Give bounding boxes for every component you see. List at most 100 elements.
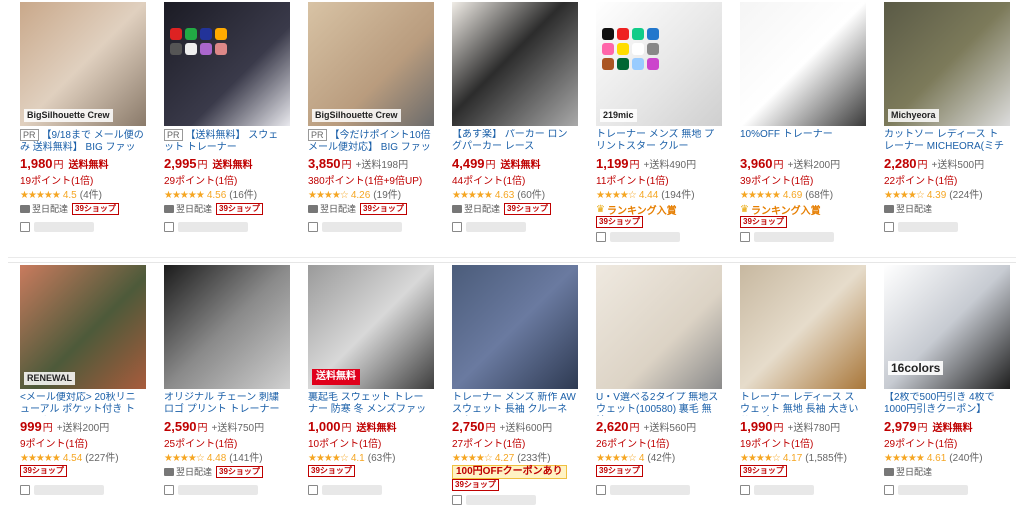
- review-count[interactable]: (227件): [85, 453, 118, 464]
- rating[interactable]: ★★★★★ 4.61 (240件): [884, 449, 983, 464]
- product-title[interactable]: カットソー レディース トレーナー MICHEORA(ミチェラ): [884, 129, 1004, 153]
- product-image[interactable]: [452, 2, 578, 126]
- product-card[interactable]: BigSilhouette Crew PR 【9/18まで メール便のみ 送料無料】…: [8, 0, 146, 250]
- product-title-link[interactable]: 【あす楽】 パーカー ロングパーカー レース: [452, 129, 576, 153]
- shop-name-line[interactable]: [164, 485, 258, 495]
- product-title-link[interactable]: カットソー レディース トレーナー MICHEORA(ミチェラ): [884, 129, 1008, 153]
- review-count[interactable]: (194件): [661, 190, 694, 201]
- product-title-link[interactable]: 【2枚で500円引き 4枚で1000円引きクーポン】: [884, 392, 1008, 416]
- shop-name-line[interactable]: [884, 485, 968, 495]
- review-count[interactable]: (19件): [373, 190, 401, 201]
- product-card[interactable]: トレーナー レディース スウェット 無地 長袖 大きいサイズ 1,990円+送料7…: [728, 263, 866, 513]
- rating[interactable]: ★★★★☆ 4.48 (141件): [164, 449, 263, 464]
- product-title[interactable]: オリジナル チェーン 刺繍 ロゴ プリント トレーナー: [164, 392, 280, 415]
- product-title[interactable]: トレーナー メンズ 新作 AW スウェット 長袖 クルーネック: [452, 392, 576, 416]
- product-photo[interactable]: [308, 2, 434, 126]
- product-title-link[interactable]: トレーナー メンズ 新作 AW スウェット 長袖 クルーネック: [452, 392, 576, 416]
- rating[interactable]: ★★★★☆ 4.26 (19件): [308, 186, 401, 201]
- product-card[interactable]: BigSilhouette Crew PR 【今だけポイント10倍 メール便対応】 …: [296, 0, 434, 250]
- shop-name-line[interactable]: [308, 485, 382, 495]
- review-count[interactable]: (141件): [229, 453, 262, 464]
- product-card[interactable]: 【あす楽】 パーカー ロングパーカー レース 4,499円 送料無料 44ポイント(1…: [440, 0, 578, 250]
- rating[interactable]: ★★★★★ 4.69 (68件): [740, 186, 833, 201]
- product-photo[interactable]: [20, 265, 146, 389]
- review-count[interactable]: (16件): [229, 190, 257, 201]
- product-image[interactable]: [164, 265, 290, 389]
- product-photo[interactable]: [596, 265, 722, 389]
- product-title[interactable]: 【9/18まで メール便のみ 送料無料】 BIG ファッション: [20, 130, 144, 153]
- product-title-link[interactable]: <メール便対応> 20秋リニューアル ポケット付き トレーナー: [20, 392, 144, 416]
- product-title-link[interactable]: PR【9/18まで メール便のみ 送料無料】 BIG ファッション: [20, 129, 144, 153]
- shop-name-line[interactable]: [740, 232, 834, 242]
- product-photo[interactable]: [164, 2, 290, 126]
- review-count[interactable]: (224件): [949, 190, 982, 201]
- rating[interactable]: ★★★★☆ 4.44 (194件): [596, 186, 695, 201]
- shop-name-line[interactable]: [20, 485, 104, 495]
- product-image[interactable]: [164, 2, 290, 126]
- shop-name-line[interactable]: [596, 232, 680, 242]
- product-title-link[interactable]: オリジナル チェーン 刺繍 ロゴ プリント トレーナー: [164, 392, 288, 416]
- product-title-link[interactable]: PR【今だけポイント10倍 メール便対応】 BIG ファッション: [308, 129, 432, 153]
- review-count[interactable]: (233件): [517, 453, 550, 464]
- product-card[interactable]: 16colors 【2枚で500円引き 4枚で1000円引きクーポン】 2,979円…: [872, 263, 1010, 513]
- rating[interactable]: ★★★★☆ 4 (42件): [596, 449, 675, 464]
- shop-name-line[interactable]: [596, 485, 690, 495]
- review-count[interactable]: (1,585件): [805, 453, 847, 464]
- product-image[interactable]: [740, 265, 866, 389]
- product-title[interactable]: <メール便対応> 20秋リニューアル ポケット付き トレーナー: [20, 392, 136, 416]
- shop-name-line[interactable]: [740, 485, 814, 495]
- shop-name-line[interactable]: [164, 222, 248, 232]
- ranking-badge[interactable]: ♛ ランキング入賞: [740, 202, 821, 217]
- shop-name-line[interactable]: [308, 222, 402, 232]
- rating[interactable]: ★★★★☆ 4.1 (63件): [308, 449, 396, 464]
- product-title[interactable]: 10%OFF トレーナー: [740, 129, 833, 140]
- product-photo[interactable]: [452, 265, 578, 389]
- product-image[interactable]: 送料無料: [308, 265, 434, 389]
- product-card[interactable]: RENEWAL <メール便対応> 20秋リニューアル ポケット付き トレーナー 99…: [8, 263, 146, 513]
- product-card[interactable]: トレーナー メンズ 新作 AW スウェット 長袖 クルーネック 2,750円+送料…: [440, 263, 578, 513]
- product-image[interactable]: BigSilhouette Crew: [308, 2, 434, 126]
- rating[interactable]: ★★★★★ 4.56 (16件): [164, 186, 257, 201]
- rating[interactable]: ★★★★☆ 4.17 (1,585件): [740, 449, 847, 464]
- product-title-link[interactable]: PR 【送料無料】 スウェット トレーナー: [164, 129, 288, 153]
- product-card[interactable]: U・V選べる2タイプ 無地スウェット(100580) 裏毛 無地 2,620円+送…: [584, 263, 722, 513]
- product-title[interactable]: 【あす楽】 パーカー ロングパーカー レース: [452, 129, 568, 152]
- product-title[interactable]: 裏起毛 スウェット トレーナー 防寒 冬 メンズファッション: [308, 392, 426, 416]
- review-count[interactable]: (4件): [80, 190, 102, 201]
- product-card[interactable]: オリジナル チェーン 刺繍 ロゴ プリント トレーナー 2,590円 +送料750円…: [152, 263, 290, 513]
- product-photo[interactable]: [164, 265, 290, 389]
- product-image[interactable]: [740, 2, 866, 126]
- product-title[interactable]: 【2枚で500円引き 4枚で1000円引きクーポン】: [884, 392, 995, 415]
- shop-name-line[interactable]: [452, 222, 526, 232]
- product-title[interactable]: トレーナー メンズ 無地 プリントスター クルー: [596, 129, 714, 152]
- product-photo[interactable]: [452, 2, 578, 126]
- product-image[interactable]: 219mic: [596, 2, 722, 126]
- product-photo[interactable]: [740, 2, 866, 126]
- product-title[interactable]: U・V選べる2タイプ 無地スウェット(100580) 裏毛 無地: [596, 392, 718, 416]
- product-title-link[interactable]: 裏起毛 スウェット トレーナー 防寒 冬 メンズファッション: [308, 392, 432, 416]
- rating[interactable]: ★★★★★ 4.63 (60件): [452, 186, 545, 201]
- rating[interactable]: ★★★★★ 4.5 (4件): [20, 186, 102, 201]
- product-image[interactable]: RENEWAL: [20, 265, 146, 389]
- review-count[interactable]: (42件): [647, 453, 675, 464]
- product-image[interactable]: 16colors: [884, 265, 1010, 389]
- product-image[interactable]: Michyeora: [884, 2, 1010, 126]
- product-title-link[interactable]: トレーナー メンズ 無地 プリントスター クルー: [596, 129, 720, 153]
- product-title-link[interactable]: U・V選べる2タイプ 無地スウェット(100580) 裏毛 無地: [596, 392, 720, 416]
- product-image[interactable]: [596, 265, 722, 389]
- product-card[interactable]: 送料無料裏起毛 スウェット トレーナー 防寒 冬 メンズファッション1,000円…: [296, 263, 434, 513]
- product-title-link[interactable]: トレーナー レディース スウェット 無地 長袖 大きいサイズ: [740, 392, 864, 416]
- rating[interactable]: ★★★★☆ 4.39 (224件): [884, 186, 983, 201]
- product-image[interactable]: BigSilhouette Crew: [20, 2, 146, 126]
- product-image[interactable]: [452, 265, 578, 389]
- shop-name-line[interactable]: [452, 495, 536, 505]
- product-card[interactable]: PR 【送料無料】 スウェット トレーナー 2,995円 送料無料 29ポイント(1倍)…: [152, 0, 290, 250]
- rating[interactable]: ★★★★☆ 4.27 (233件): [452, 449, 551, 464]
- product-photo[interactable]: [740, 265, 866, 389]
- review-count[interactable]: (240件): [949, 453, 982, 464]
- coupon-badge[interactable]: 100円OFFクーポンあり: [452, 465, 567, 479]
- ranking-badge[interactable]: ♛ ランキング入賞: [596, 202, 677, 217]
- product-card[interactable]: 219mic トレーナー メンズ 無地 プリントスター クルー 1,199円 +送料4…: [584, 0, 722, 250]
- shop-name-line[interactable]: [20, 222, 94, 232]
- product-card[interactable]: 10%OFF トレーナー 3,960円 +送料200円 39ポイント(1倍) ★★★★★…: [728, 0, 866, 250]
